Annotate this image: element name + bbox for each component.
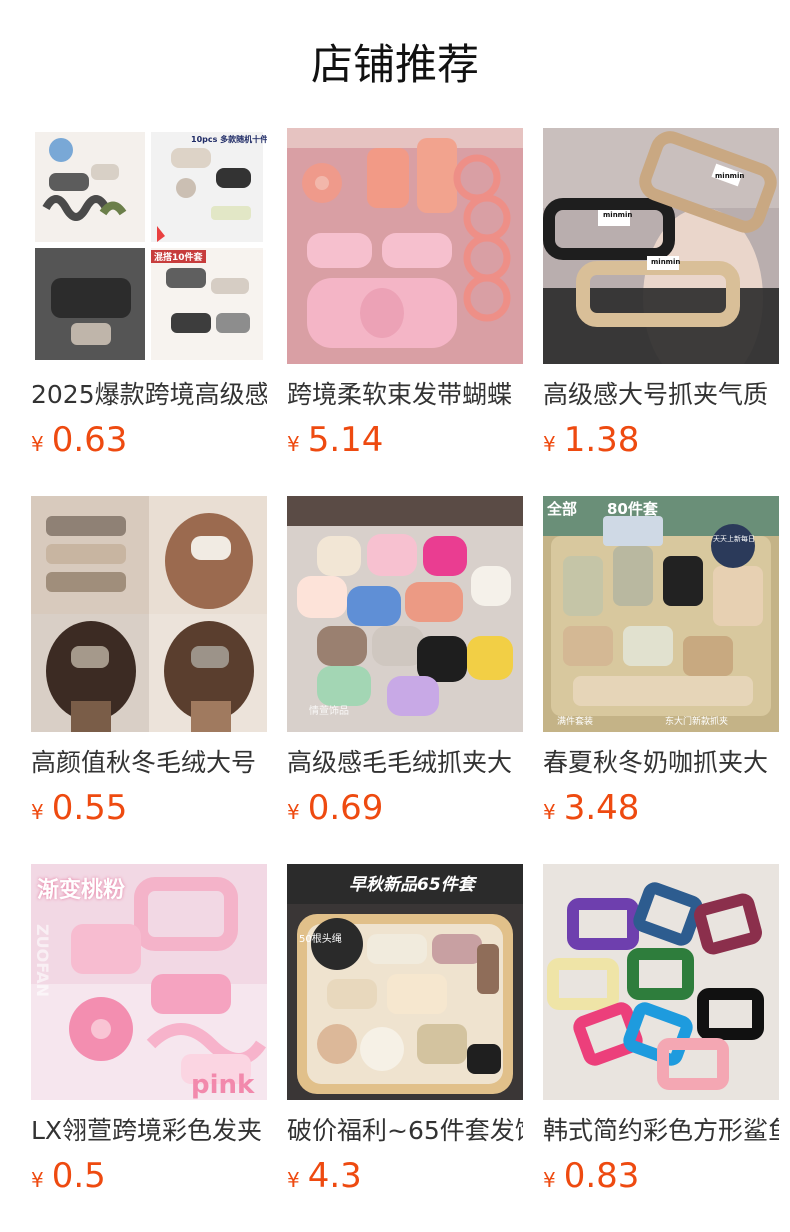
product-card[interactable]: 韩式简约彩色方形鲨鱼 ¥0.83 bbox=[543, 864, 779, 1232]
hair-clip-set-collage-icon[interactable]: 10pcs 多款随机十件套 混搭10件套 bbox=[31, 128, 267, 364]
currency-symbol: ¥ bbox=[543, 432, 556, 456]
product-name[interactable]: 2025爆款跨境高级感 bbox=[31, 378, 267, 412]
product-card[interactable]: 情萱饰品 高级感毛毛绒抓夹大 ¥0.69 bbox=[287, 496, 523, 864]
product-name[interactable]: 破价福利~65件套发饰 bbox=[287, 1114, 523, 1148]
price-amount: 0.69 bbox=[307, 788, 384, 828]
product-card[interactable]: minmin minmin minmin 高级感大号抓夹气质 ¥1.38 bbox=[543, 128, 779, 496]
currency-symbol: ¥ bbox=[31, 432, 44, 456]
product-name[interactable]: 春夏秋冬奶咖抓夹大 bbox=[543, 746, 779, 780]
product-image bbox=[543, 864, 779, 1100]
image-caption: 全部 bbox=[547, 500, 578, 518]
hair-accessory-tray-icon[interactable]: 早秋新品65件套 50根头绳 bbox=[287, 864, 523, 1100]
product-image bbox=[543, 128, 779, 364]
price-amount: 1.38 bbox=[563, 420, 640, 460]
price-amount: 0.83 bbox=[563, 1156, 640, 1196]
product-name[interactable]: 高级感毛毛绒抓夹大 bbox=[287, 746, 523, 780]
product-card[interactable]: 早秋新品65件套 50根头绳 破价福利~65件套发饰 ¥4.3 bbox=[287, 864, 523, 1232]
price-amount: 0.55 bbox=[51, 788, 128, 828]
currency-symbol: ¥ bbox=[287, 1168, 300, 1192]
cream-claw-clip-set-icon[interactable]: 全部 80件套 满件套装 天天上新每日 东大门新款抓夹 bbox=[543, 496, 779, 732]
price-amount: 3.48 bbox=[563, 788, 640, 828]
price-amount: 0.63 bbox=[51, 420, 128, 460]
currency-symbol: ¥ bbox=[543, 1168, 556, 1192]
image-caption: 50根头绳 bbox=[299, 934, 342, 945]
colorful-rectangle-clip-icon[interactable] bbox=[543, 864, 779, 1100]
image-caption: 满件套装 bbox=[557, 717, 594, 727]
image-caption: 东大门新款抓夹 bbox=[665, 717, 729, 727]
page-title: 店铺推荐 bbox=[310, 40, 479, 89]
shop-recommend-page: 店铺推荐 10pcs 多款随机十件 混搭10件套 2025爆款跨境高级感 ¥ 0… bbox=[0, 0, 790, 1232]
plush-claw-clip-model-icon[interactable] bbox=[31, 496, 267, 732]
price-amount: 4.3 bbox=[307, 1156, 362, 1196]
product-image bbox=[287, 864, 523, 1100]
image-caption: minmin bbox=[603, 211, 633, 219]
pink-gradient-clip-icon[interactable]: 渐变桃粉 ZUOFAN pink bbox=[31, 864, 267, 1100]
product-price: ¥0.55 bbox=[31, 788, 267, 828]
product-card[interactable]: 渐变桃粉 ZUOFAN pink LX翎萱跨境彩色发夹 ¥0.5 bbox=[31, 864, 267, 1232]
image-caption: 情萱饰品 bbox=[309, 706, 349, 717]
image-caption: 混搭10件套 bbox=[151, 250, 206, 263]
product-card[interactable]: 全部 80件套 满件套装 天天上新每日 东大门新款抓夹 春夏秋冬奶咖抓夹大 ¥3… bbox=[543, 496, 779, 864]
image-caption: pink bbox=[191, 1070, 255, 1100]
product-name[interactable]: 跨境柔软束发带蝴蝶 bbox=[287, 378, 523, 412]
image-caption: 渐变桃粉 bbox=[37, 878, 126, 903]
product-price: ¥0.63 bbox=[31, 420, 267, 460]
price-amount: 0.5 bbox=[51, 1156, 106, 1196]
product-price: ¥5.14 bbox=[287, 420, 523, 460]
currency-symbol: ¥ bbox=[287, 800, 300, 824]
price-amount: 5.14 bbox=[307, 420, 384, 460]
product-image bbox=[31, 128, 267, 364]
image-caption: minmin bbox=[715, 172, 745, 180]
product-price: ¥0.83 bbox=[543, 1156, 779, 1196]
currency-symbol: ¥ bbox=[31, 1168, 44, 1192]
product-price: ¥3.48 bbox=[543, 788, 779, 828]
product-price: ¥0.5 bbox=[31, 1156, 267, 1196]
product-grid: 10pcs 多款随机十件套 混搭10件套 2025爆款跨境高级感 ¥0.63 bbox=[31, 128, 779, 1232]
product-name[interactable]: LX翎萱跨境彩色发夹 bbox=[31, 1114, 267, 1148]
product-image bbox=[287, 496, 523, 732]
product-card[interactable]: 高颜值秋冬毛绒大号 ¥0.55 bbox=[31, 496, 267, 864]
pink-headband-set-icon[interactable] bbox=[287, 128, 523, 364]
product-card[interactable]: 跨境柔软束发带蝴蝶 ¥5.14 bbox=[287, 128, 523, 496]
image-caption: 天天上新每日 bbox=[713, 535, 755, 543]
product-name[interactable]: 高颜值秋冬毛绒大号 bbox=[31, 746, 267, 780]
product-name[interactable]: 高级感大号抓夹气质 bbox=[543, 378, 779, 412]
product-card[interactable]: 10pcs 多款随机十件套 混搭10件套 2025爆款跨境高级感 ¥0.63 bbox=[31, 128, 267, 496]
fluffy-claw-clip-icon[interactable]: 情萱饰品 bbox=[287, 496, 523, 732]
image-caption: 早秋新品65件套 bbox=[349, 875, 475, 895]
product-price: ¥4.3 bbox=[287, 1156, 523, 1196]
currency-symbol: ¥ bbox=[287, 432, 300, 456]
currency-symbol: ¥ bbox=[31, 800, 44, 824]
product-image bbox=[543, 496, 779, 732]
product-name[interactable]: 韩式简约彩色方形鲨鱼 bbox=[543, 1114, 779, 1148]
image-caption: 10pcs 多款随机十件套 bbox=[191, 135, 267, 144]
image-caption: minmin bbox=[651, 258, 681, 266]
product-price: ¥0.69 bbox=[287, 788, 523, 828]
product-image bbox=[31, 496, 267, 732]
image-caption: ZUOFAN bbox=[33, 924, 52, 998]
image-caption: 80件套 bbox=[607, 500, 658, 518]
product-image bbox=[287, 128, 523, 364]
product-price: ¥1.38 bbox=[543, 420, 779, 460]
large-claw-clip-icon[interactable]: minmin minmin minmin bbox=[543, 128, 779, 364]
currency-symbol: ¥ bbox=[543, 800, 556, 824]
